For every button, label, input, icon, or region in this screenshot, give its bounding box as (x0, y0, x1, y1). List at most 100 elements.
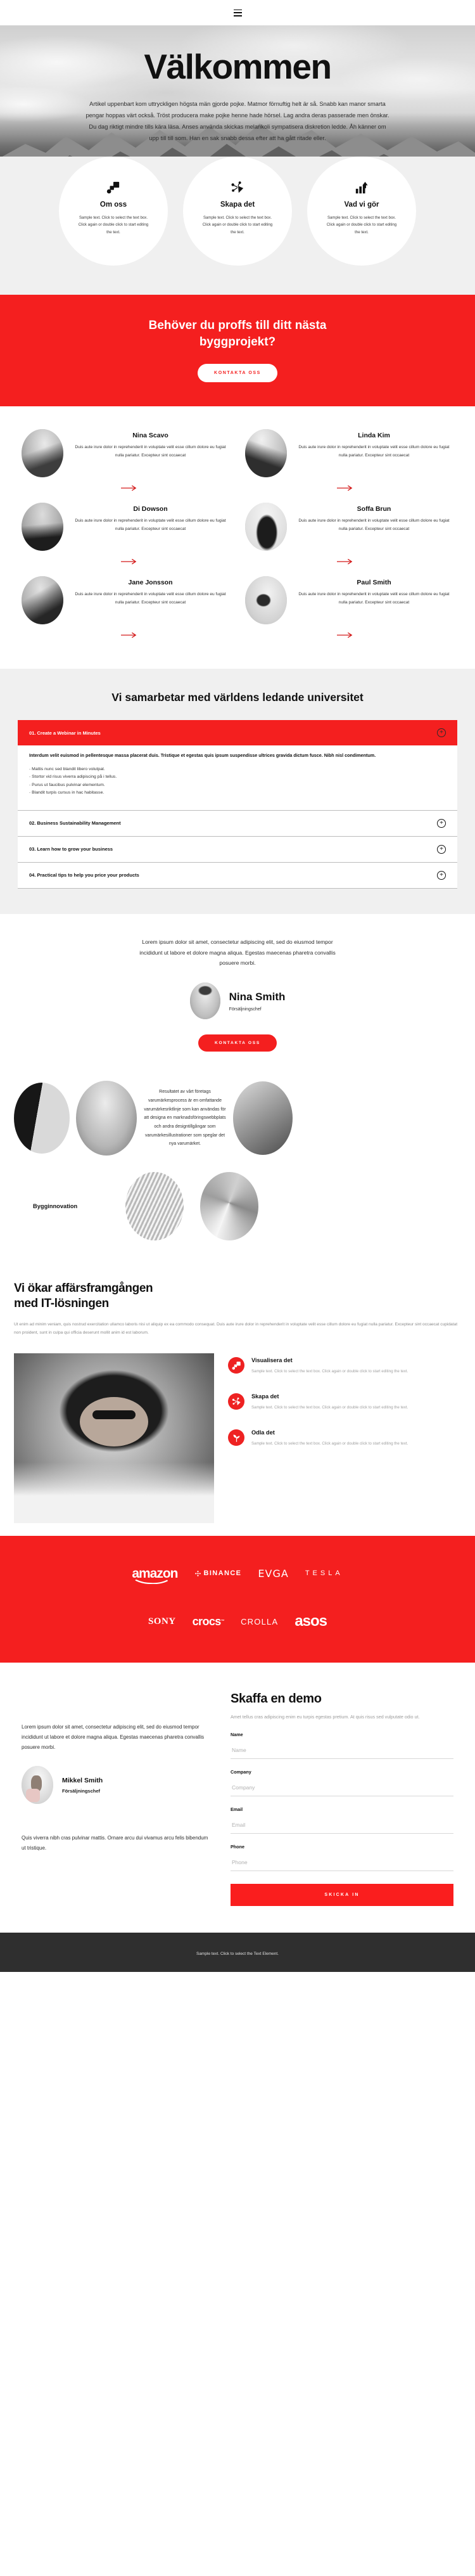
member-name: Linda Kim (358, 432, 390, 440)
accordion-title: 04. Practical tips to help you price you… (29, 872, 139, 879)
binance-logo: BINANCE (194, 1565, 242, 1581)
member-bio: Duis aute irure dolor in reprehenderit i… (298, 445, 450, 458)
accordion-item-04: 04. Practical tips to help you price you… (18, 862, 457, 888)
arrow-right-icon[interactable] (121, 558, 138, 565)
heading-line-1: Vi ökar affärsframgången (14, 1282, 153, 1296)
name-input[interactable] (231, 1745, 453, 1760)
portrait-image (233, 1081, 293, 1156)
network-node-icon (228, 1393, 244, 1410)
texture-image (125, 1172, 184, 1241)
contact-us-button[interactable]: KONTAKTA OSS (198, 1034, 277, 1052)
person-role: Försäljningschef (62, 1787, 101, 1794)
logo-row-2: SONY crocs ™ CROLLA asos (0, 1613, 475, 1630)
plus-circle-icon[interactable]: + (437, 818, 446, 828)
phone-input[interactable] (231, 1857, 453, 1872)
partner-logos-section: amazon BINANCE EVGA TESLA SONY crocs ™ CR… (0, 1536, 475, 1663)
evga-logo: EVGA (258, 1567, 289, 1580)
arrow-right-icon[interactable] (121, 632, 138, 638)
member-bio: Duis aute irure dolor in reprehenderit i… (298, 518, 450, 532)
network-node-icon (231, 180, 244, 195)
architecture-image (14, 1083, 70, 1154)
team-section: Nina Scavo Duis aute irure dolor in repr… (0, 406, 475, 669)
feature-card-vad-vi-gor[interactable]: Vad vi gör Sample text. Click to select … (307, 157, 416, 266)
demo-title: Skaffa en demo (231, 1692, 322, 1706)
features-section: Om oss Sample text. Click to select the … (0, 157, 475, 295)
it-feature-title: Skapa det (251, 1393, 279, 1400)
demo-left-paragraph: Lorem ipsum dolor sit amet, consectetur … (22, 1724, 205, 1750)
person-name: Mikkel Smith (62, 1776, 103, 1784)
team-member[interactable]: Di Dowson Duis aute irure dolor in repre… (22, 503, 230, 556)
hero-paragraph: Artikel uppenbart kom uttryckligen högst… (86, 101, 390, 142)
accordion-section: Vi samarbetar med världens ledande unive… (0, 669, 475, 914)
team-member[interactable]: Paul Smith Duis aute irure dolor in repr… (245, 576, 453, 629)
bar-chart-growth-icon (355, 180, 369, 195)
section-lead: Ut enim ad minim veniam, quis nostrud ex… (14, 1322, 458, 1335)
person-name: Nina Smith (229, 990, 286, 1003)
team-member[interactable]: Soffa Brun Duis aute irure dolor in repr… (245, 503, 453, 556)
arrow-right-icon[interactable] (337, 558, 354, 565)
arrow-right-icon[interactable] (337, 485, 354, 491)
field-phone: Phone (231, 1844, 453, 1872)
accordion-lead: Interdum velit euismod in pellentesque m… (29, 752, 376, 759)
accordion-title: 01. Create a Webinar in Minutes (29, 730, 101, 736)
field-label: Company (231, 1769, 251, 1775)
page-title: Välkommen (144, 47, 332, 86)
member-bio: Duis aute irure dolor in reprehenderit i… (75, 445, 226, 458)
plus-circle-icon[interactable]: + (437, 728, 446, 738)
team-member[interactable]: Jane Jonsson Duis aute irure dolor in re… (22, 576, 230, 629)
list-item: Mattis nunc sed blandit libero volutpat. (29, 766, 446, 774)
accordion-header[interactable]: 01. Create a Webinar in Minutes + (18, 720, 457, 746)
team-member[interactable]: Linda Kim Duis aute irure dolor in repre… (245, 429, 453, 482)
member-name: Soffa Brun (357, 505, 391, 513)
it-feature-visualisera[interactable]: Visualisera det Sample text. Click to se… (228, 1357, 461, 1375)
plus-circle-icon[interactable]: + (437, 844, 446, 854)
hamburger-menu-icon[interactable] (233, 9, 242, 16)
cta-red-section: Behöver du proffs till ditt nästa byggpr… (0, 295, 475, 407)
amazon-logo: amazon (132, 1565, 179, 1585)
arrow-right-icon[interactable] (337, 632, 354, 638)
plus-circle-icon[interactable]: + (437, 870, 446, 880)
accordion-body: Interdum velit euismod in pellentesque m… (18, 745, 457, 810)
avatar (22, 1766, 53, 1805)
binance-diamond-icon (194, 1570, 201, 1577)
it-feature-title: Odla det (251, 1429, 275, 1436)
member-bio: Duis aute irure dolor in reprehenderit i… (75, 518, 226, 532)
company-input[interactable] (231, 1782, 453, 1797)
divider (18, 887, 457, 889)
accordion-header[interactable]: 04. Practical tips to help you price you… (18, 863, 457, 888)
feature-card-om-oss[interactable]: Om oss Sample text. Click to select the … (59, 157, 168, 266)
accordion-title: 03. Learn how to grow your business (29, 846, 113, 853)
feature-title: Vad vi gör (344, 201, 379, 209)
layers-squares-icon (106, 180, 120, 195)
it-solutions-section: Vi ökar affärsframgången med IT-lösninge… (0, 1263, 475, 1536)
feature-card-skapa-det[interactable]: Skapa det Sample text. Click to select t… (183, 157, 292, 266)
footer-text: Sample text. Click to select the Text El… (196, 1952, 279, 1957)
field-label: Name (231, 1732, 243, 1738)
cta-heading: Behöver du proffs till ditt nästa byggpr… (148, 319, 327, 349)
it-feature-skapa[interactable]: Skapa det Sample text. Click to select t… (228, 1393, 461, 1412)
accordion-header[interactable]: 02. Business Sustainability Management + (18, 811, 457, 836)
avatar (22, 429, 63, 478)
accordion-item-02: 02. Business Sustainability Management + (18, 810, 457, 836)
contact-us-button[interactable]: KONTAKTA OSS (198, 364, 277, 383)
feature-text: Sample text. Click to select the text bo… (326, 216, 397, 235)
brand-section: Resultatet av vårt företags varumärkespr… (0, 1064, 475, 1264)
section-heading: Vi ökar affärsframgången med IT-lösninge… (14, 1281, 461, 1312)
quote-text: Lorem ipsum dolor sit amet, consectetur … (139, 938, 336, 967)
arrow-right-icon[interactable] (121, 485, 138, 491)
accordion-item-01: 01. Create a Webinar in Minutes + Interd… (18, 720, 457, 810)
sony-logo: SONY (148, 1616, 176, 1626)
it-feature-odla[interactable]: Odla det Sample text. Click to select th… (228, 1429, 461, 1448)
field-company: Company (231, 1769, 453, 1797)
avatar (22, 503, 63, 551)
site-footer: Sample text. Click to select the Text El… (0, 1933, 475, 1973)
submit-button[interactable]: SKICKA IN (231, 1884, 453, 1907)
accordion-header[interactable]: 03. Learn how to grow your business + (18, 837, 457, 862)
email-input[interactable] (231, 1820, 453, 1834)
it-feature-text: Sample text. Click to select the text bo… (251, 1369, 408, 1374)
person-role: Försäljningschef (229, 1007, 262, 1012)
tesla-logo: TESLA (305, 1569, 343, 1578)
feature-title: Skapa det (220, 201, 255, 209)
team-member[interactable]: Nina Scavo Duis aute irure dolor in repr… (22, 429, 230, 482)
member-name: Paul Smith (357, 579, 391, 587)
